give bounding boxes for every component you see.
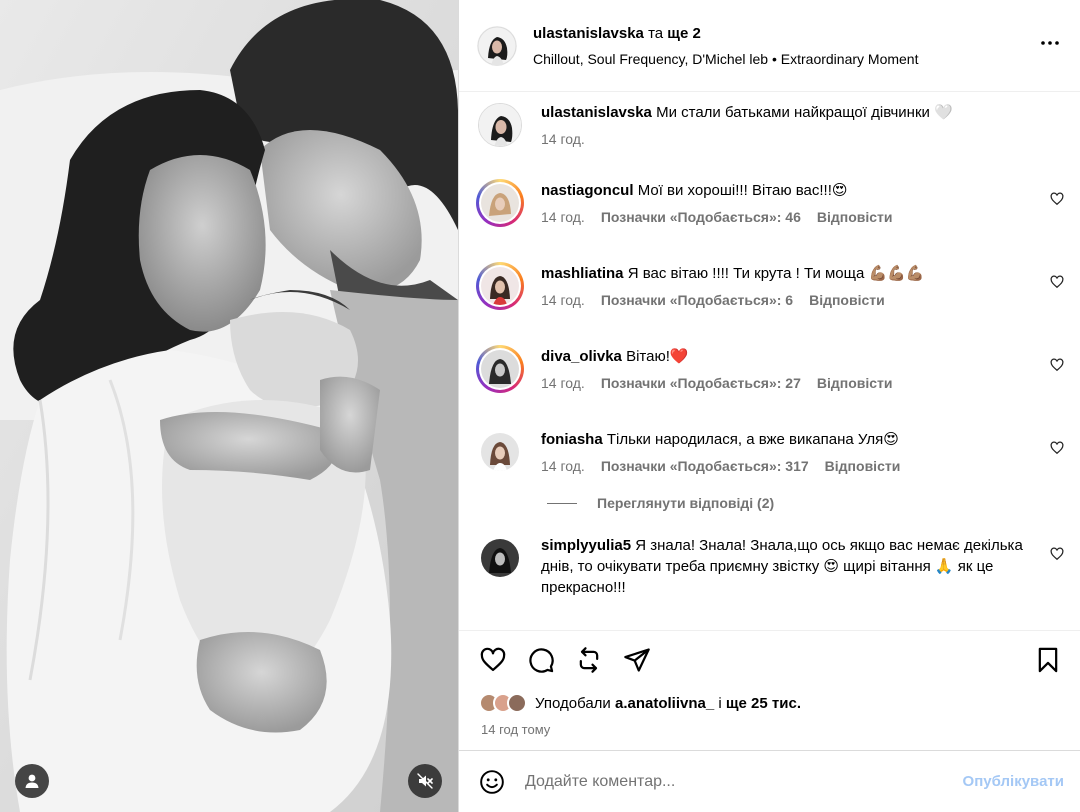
- view-replies-label: Переглянути відповіді (2): [597, 495, 775, 511]
- caption-text: Ми стали батьками найкращої дівчинки 🤍: [656, 104, 953, 121]
- audio-mute-button[interactable]: [408, 764, 442, 798]
- post-photo: [0, 0, 458, 812]
- author-avatar[interactable]: [477, 25, 517, 66]
- audio-artists[interactable]: Chillout, Soul Frequency, D'Michel leb: [533, 51, 768, 67]
- comment-username[interactable]: nastiagoncul: [541, 182, 634, 199]
- ellipsis-icon: [1041, 40, 1059, 45]
- audio-separator: •: [771, 50, 777, 67]
- comments-list[interactable]: ulastanislavska Ми стали батьками найкра…: [459, 92, 1080, 630]
- reply-button[interactable]: Відповісти: [825, 458, 901, 474]
- author-username[interactable]: ulastanislavska: [533, 25, 644, 42]
- comment-item: diva_olivka Вітаю!❤️ 14 год. Позначки «П…: [459, 345, 1080, 429]
- comment-text: Тільки народилася, а вже викапана Уля😍: [606, 431, 899, 448]
- likers-avatar-stack[interactable]: [479, 693, 527, 713]
- comment-text: Мої ви хороші!!! Вітаю вас!!!😍: [637, 182, 848, 199]
- comment-text: Я вас вітаю !!!! Ти крута ! Ти моща 💪🏽💪🏽…: [627, 265, 925, 282]
- likes-user[interactable]: a.anatoliivna_: [615, 695, 714, 712]
- likes-and: і: [718, 694, 722, 712]
- caption-text-line: ulastanislavska Ми стали батьками найкра…: [541, 102, 1026, 123]
- reply-button[interactable]: Відповісти: [817, 375, 893, 391]
- post-comment-button[interactable]: Опублікувати: [963, 773, 1064, 790]
- user-icon: [25, 774, 39, 788]
- comment-username[interactable]: diva_olivka: [541, 348, 622, 365]
- like-comment-icon[interactable]: [1050, 547, 1064, 561]
- comment-bubble-icon: [529, 647, 554, 673]
- post-timestamp[interactable]: 14 год тому: [459, 718, 1080, 750]
- like-comment-icon[interactable]: [1050, 192, 1064, 206]
- replies-divider-line: [547, 502, 577, 504]
- comment-likes[interactable]: Позначки «Подобається»: 46: [601, 209, 801, 225]
- bookmark-icon: [1038, 647, 1058, 672]
- repost-button[interactable]: [575, 646, 603, 674]
- comment-item: simplyyulia5 Я знала! Знала! Знала,що ос…: [459, 535, 1080, 615]
- liker-avatar: [507, 693, 527, 713]
- like-comment-icon[interactable]: [1050, 358, 1064, 372]
- comment-item: nastiagoncul Мої ви хороші!!! Вітаю вас!…: [459, 179, 1080, 263]
- comment-avatar-story-ring[interactable]: [476, 345, 524, 393]
- header-title: ulastanislavska та ще 2: [533, 25, 1036, 42]
- comment-time[interactable]: 14 год.: [541, 292, 585, 308]
- and-label: та: [648, 24, 664, 42]
- reply-button[interactable]: Відповісти: [817, 209, 893, 225]
- paper-plane-icon: [624, 647, 650, 672]
- like-comment-icon[interactable]: [1050, 441, 1064, 455]
- post-details-panel: ulastanislavska та ще 2 Chillout, Soul F…: [458, 0, 1080, 812]
- reply-button[interactable]: Відповісти: [809, 292, 885, 308]
- post-header: ulastanislavska та ще 2 Chillout, Soul F…: [459, 0, 1080, 92]
- comment-username[interactable]: simplyyulia5: [541, 537, 631, 554]
- tagged-users-button[interactable]: [15, 764, 49, 798]
- comment-time[interactable]: 14 год.: [541, 458, 585, 474]
- collaborators-link[interactable]: ще 2: [667, 25, 701, 42]
- comment-avatar-story-ring[interactable]: [476, 179, 524, 227]
- comment-time[interactable]: 14 год.: [541, 375, 585, 391]
- comment-item: foniasha Тільки народилася, а вже викапа…: [459, 429, 1080, 493]
- caption-username[interactable]: ulastanislavska: [541, 104, 652, 121]
- comment-likes[interactable]: Позначки «Подобається»: 317: [601, 458, 809, 474]
- share-button[interactable]: [623, 646, 651, 674]
- speaker-muted-icon: [417, 773, 433, 789]
- comment-avatar[interactable]: [481, 433, 519, 471]
- view-replies-button[interactable]: Переглянути відповіді (2): [459, 493, 1080, 513]
- comment-avatar[interactable]: [481, 539, 519, 577]
- likes-summary[interactable]: Уподобали a.anatoliivna_ і ще 25 тис.: [459, 688, 1080, 718]
- comment-button[interactable]: [527, 646, 555, 674]
- emoji-icon[interactable]: [479, 769, 505, 795]
- comment-time[interactable]: 14 год.: [541, 209, 585, 225]
- post-caption: ulastanislavska Ми стали батьками найкра…: [459, 102, 1080, 180]
- comment-likes[interactable]: Позначки «Подобається»: 6: [601, 292, 793, 308]
- caption-author-avatar[interactable]: [478, 103, 522, 147]
- like-comment-icon[interactable]: [1050, 275, 1064, 289]
- more-options-button[interactable]: [1036, 31, 1064, 61]
- likes-prefix: Уподобали: [535, 694, 611, 712]
- caption-time[interactable]: 14 год.: [541, 131, 585, 147]
- like-button[interactable]: [479, 646, 507, 674]
- heart-icon: [480, 647, 506, 671]
- comment-composer: Опублікувати: [459, 750, 1080, 812]
- post-media[interactable]: [0, 0, 458, 812]
- comment-likes[interactable]: Позначки «Подобається»: 27: [601, 375, 801, 391]
- likes-count[interactable]: ще 25 тис.: [726, 695, 801, 712]
- comment-username[interactable]: mashliatina: [541, 265, 624, 282]
- comment-item: mashliatina Я вас вітаю !!!! Ти крута ! …: [459, 262, 1080, 346]
- comment-username[interactable]: foniasha: [541, 431, 603, 448]
- post-actions-bar: [459, 630, 1080, 688]
- audio-track[interactable]: Extraordinary Moment: [781, 51, 919, 67]
- comment-avatar-story-ring[interactable]: [476, 262, 524, 310]
- repost-icon: [579, 646, 599, 673]
- save-button[interactable]: [1034, 646, 1062, 674]
- comment-input[interactable]: [525, 772, 963, 791]
- audio-info[interactable]: Chillout, Soul Frequency, D'Michel leb •…: [533, 51, 1036, 67]
- comment-text: Вітаю!❤️: [626, 348, 689, 365]
